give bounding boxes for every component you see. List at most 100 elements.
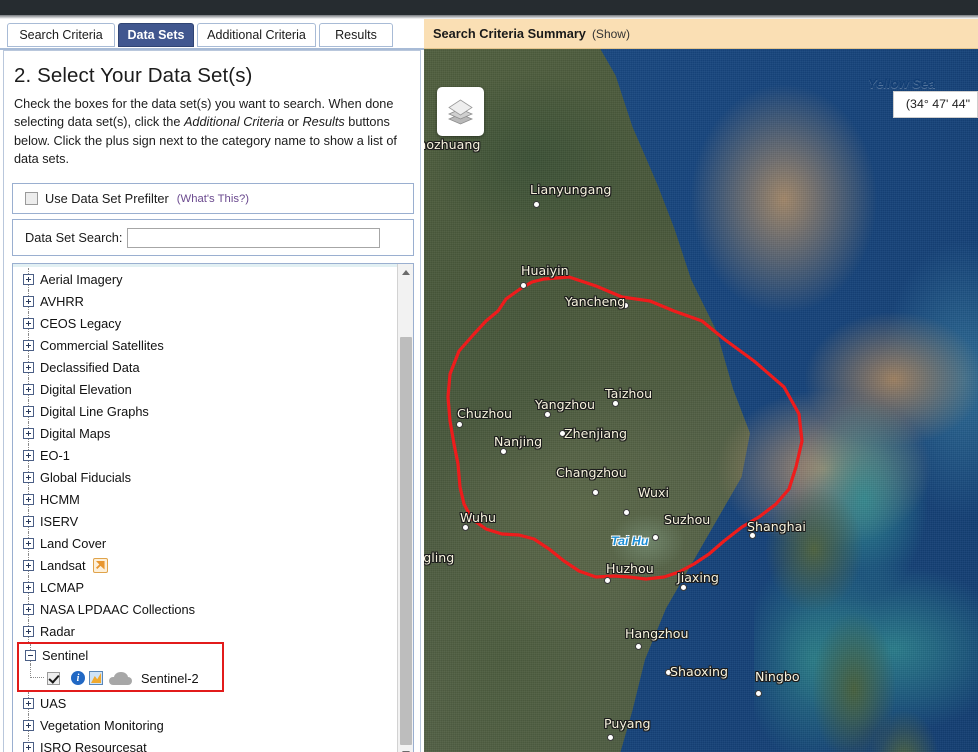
expand-icon[interactable] — [23, 361, 34, 373]
map-coastal-land-layer — [754, 429, 944, 752]
summary-show-toggle[interactable]: (Show) — [592, 27, 630, 41]
expand-icon[interactable] — [23, 471, 34, 483]
expand-icon[interactable] — [23, 405, 34, 417]
tree-node-avhrr[interactable]: AVHRR — [23, 290, 398, 312]
tree-node-label: Digital Elevation — [40, 381, 132, 397]
map-sea-label: Yellow Sea — [868, 76, 936, 91]
expand-icon[interactable] — [23, 383, 34, 395]
tree-node-label: Vegetation Monitoring — [40, 717, 164, 733]
map-city-marker — [462, 524, 469, 531]
tree-node-uas[interactable]: UAS — [23, 692, 398, 714]
tree-node-eo-1[interactable]: EO-1 — [23, 444, 398, 466]
map-city-marker — [755, 690, 762, 697]
tree-node-ceos-legacy[interactable]: CEOS Legacy — [23, 312, 398, 334]
map-city-marker — [500, 448, 507, 455]
cloud-icon[interactable] — [109, 671, 132, 685]
tree-node-lcmap[interactable]: LCMAP — [23, 576, 398, 598]
tree-group-sentinel-highlighted: Sentinel i Sentinel-2 — [17, 642, 224, 692]
map-city-marker — [665, 669, 672, 676]
tree-node-declassified-data[interactable]: Declassified Data — [23, 356, 398, 378]
tab-results[interactable]: Results — [319, 23, 393, 47]
map-city-marker — [533, 201, 540, 208]
scroll-up-icon[interactable] — [398, 264, 413, 280]
tree-node-radar[interactable]: Radar — [23, 620, 398, 642]
tree-items: Aerial Imagery AVHRR CEOS Legacy Commerc… — [13, 264, 398, 752]
tree-node-label: Aerial Imagery — [40, 271, 123, 287]
expand-icon[interactable] — [23, 493, 34, 505]
tree-node-commercial-satellites[interactable]: Commercial Satellites — [23, 334, 398, 356]
tree-node-label: NASA LPDAAC Collections — [40, 601, 196, 617]
tree-node-label: UAS — [40, 695, 67, 711]
map-city-marker — [680, 584, 687, 591]
coordinate-readout: (34° 47' 44" — [892, 91, 978, 118]
search-label: Data Set Search: — [25, 230, 123, 245]
tree-node-isro-resourcesat[interactable]: ISRO Resourcesat — [23, 736, 398, 752]
map-canvas[interactable]: Lianyungang Huaiyin Yancheng Taizhou Yangzho… — [424, 49, 978, 752]
expand-icon[interactable] — [23, 581, 34, 593]
tree-node-label: Declassified Data — [40, 359, 140, 375]
expand-icon[interactable] — [23, 449, 34, 461]
tree-node-digital-elevation[interactable]: Digital Elevation — [23, 378, 398, 400]
tree-node-label: Commercial Satellites — [40, 337, 164, 353]
expand-icon[interactable] — [23, 317, 34, 329]
expand-icon[interactable] — [23, 537, 34, 549]
expand-icon[interactable] — [23, 625, 34, 637]
sentinel-2-label: Sentinel-2 — [141, 670, 199, 686]
tree-node-iserv[interactable]: ISERV — [23, 510, 398, 532]
tree-node-vegetation-monitoring[interactable]: Vegetation Monitoring — [23, 714, 398, 736]
map-city-marker — [559, 430, 566, 437]
data-set-search-row: Data Set Search: — [12, 219, 414, 256]
tab-additional-criteria[interactable]: Additional Criteria — [197, 23, 316, 47]
map-city-marker — [652, 534, 659, 541]
tree-node-digital-maps[interactable]: Digital Maps — [23, 422, 398, 444]
expand-icon[interactable] — [23, 515, 34, 527]
tree-node-label: Global Fiducials — [40, 469, 132, 485]
tree-node-label: Digital Maps — [40, 425, 111, 441]
tree-node-nasa-lpdaac-collections[interactable]: NASA LPDAAC Collections — [23, 598, 398, 620]
prefilter-label: Use Data Set Prefilter — [45, 191, 169, 206]
page-title: 2. Select Your Data Set(s) — [14, 64, 253, 87]
search-criteria-summary-bar[interactable]: Search Criteria Summary (Show) — [424, 19, 978, 49]
footprint-icon[interactable] — [89, 671, 103, 685]
expand-icon[interactable] — [23, 427, 34, 439]
search-input[interactable] — [127, 227, 381, 248]
map-city-marker — [622, 302, 629, 309]
panel-content: 2. Select Your Data Set(s) Check the box… — [3, 50, 421, 752]
map-city-marker — [607, 734, 614, 741]
expand-icon[interactable] — [23, 719, 34, 731]
tree-node-label: ISERV — [40, 513, 79, 529]
tab-data-sets[interactable]: Data Sets — [118, 23, 194, 47]
tree-node-hcmm[interactable]: HCMM — [23, 488, 398, 510]
tree-node-global-fiducials[interactable]: Global Fiducials — [23, 466, 398, 488]
expand-icon[interactable] — [23, 339, 34, 351]
tree-child-sentinel-2[interactable]: i Sentinel-2 — [25, 664, 222, 690]
sentinel-2-checkbox[interactable] — [47, 671, 60, 685]
expand-icon[interactable] — [23, 741, 34, 752]
bookmark-icon[interactable] — [92, 557, 108, 573]
prefilter-checkbox[interactable] — [25, 192, 38, 205]
info-icon[interactable]: i — [71, 671, 85, 685]
expand-icon[interactable] — [23, 697, 34, 709]
data-set-tree: Aerial Imagery AVHRR CEOS Legacy Commerc… — [12, 263, 414, 752]
expand-icon[interactable] — [23, 295, 34, 307]
tree-node-aerial-imagery[interactable]: Aerial Imagery — [23, 268, 398, 290]
tree-node-digital-line-graphs[interactable]: Digital Line Graphs — [23, 400, 398, 422]
tree-node-sentinel[interactable]: Sentinel — [25, 644, 222, 666]
expand-icon[interactable] — [23, 559, 34, 571]
scroll-down-icon[interactable] — [398, 746, 413, 752]
scrollbar-thumb[interactable] — [400, 337, 412, 745]
expand-icon[interactable] — [23, 603, 34, 615]
tree-node-land-cover[interactable]: Land Cover — [23, 532, 398, 554]
page-description: Check the boxes for the data set(s) you … — [14, 95, 410, 169]
layers-control-button[interactable] — [437, 87, 484, 136]
tree-node-label: Landsat — [40, 557, 86, 573]
collapse-icon[interactable] — [25, 649, 36, 661]
tree-node-landsat[interactable]: Landsat — [23, 554, 398, 576]
tree-node-label: AVHRR — [40, 293, 84, 309]
tab-search-criteria[interactable]: Search Criteria — [7, 23, 115, 47]
tree-node-label: Digital Line Graphs — [40, 403, 149, 419]
tree-scrollbar[interactable] — [397, 264, 413, 752]
tree-node-label: Radar — [40, 623, 75, 639]
prefilter-help-link[interactable]: (What's This?) — [177, 193, 249, 205]
expand-icon[interactable] — [23, 273, 34, 285]
